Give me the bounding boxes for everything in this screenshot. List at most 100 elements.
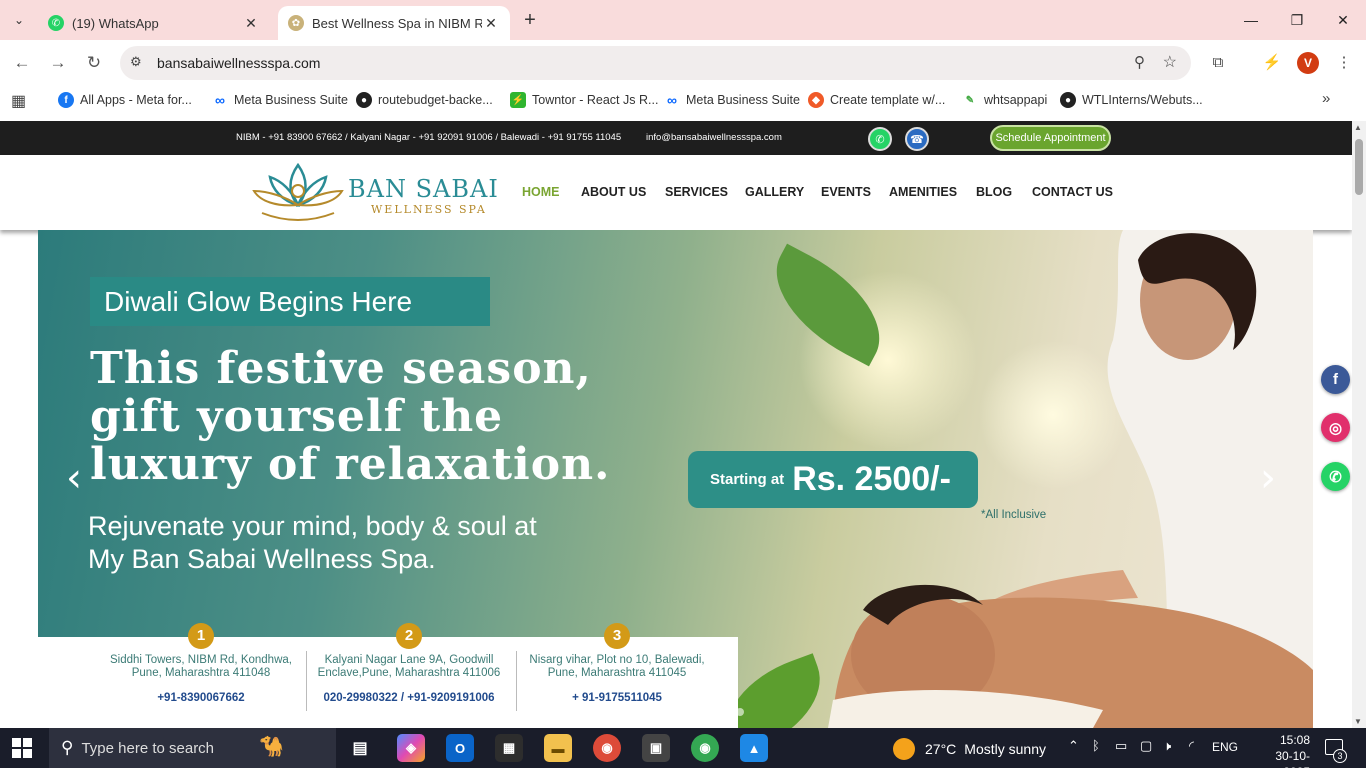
scroll-up-icon[interactable]: ▲ [1354, 123, 1362, 132]
contact-topbar: NIBM - +91 83900 67662 / Kalyani Nagar -… [0, 121, 1352, 155]
bookmark-label: Meta Business Suite [234, 93, 348, 107]
bookmark-item[interactable]: ● WTLInterns/Webuts... [1060, 91, 1203, 109]
bookmark-item[interactable]: ∞ Meta Business Suite [664, 91, 800, 109]
apps-grid-icon[interactable]: ▦ [11, 91, 26, 111]
price-amount: Rs. 2500/- [792, 460, 951, 498]
taskbar-search[interactable]: ⚲ Type here to search 🐪 [49, 728, 336, 768]
reload-icon[interactable]: ↻ [82, 51, 106, 75]
whatsapp-icon[interactable]: ✆ [868, 127, 892, 151]
location-phone[interactable]: 020-29980322 / +91-9209191006 [304, 692, 514, 705]
wifi-icon[interactable]: ◜ [1189, 738, 1194, 754]
scroll-down-icon[interactable]: ▼ [1354, 717, 1362, 726]
site-info-icon[interactable]: ⚙ [130, 54, 142, 70]
location-address: Pune, Maharashtra 411048 [131, 667, 271, 679]
nav-amenities[interactable]: AMENITIES [889, 185, 957, 199]
nav-contact-us[interactable]: CONTACT US [1032, 185, 1113, 199]
github-icon: ● [356, 92, 372, 108]
whatsapp-icon[interactable]: ✆ [1321, 462, 1350, 491]
close-tab-icon[interactable]: ✕ [482, 15, 500, 32]
meet-now-icon[interactable]: ▢ [1140, 738, 1152, 754]
schedule-appointment-button[interactable]: Schedule Appointment [990, 125, 1111, 151]
forward-icon[interactable]: → [46, 51, 70, 75]
phone-icon[interactable]: ☎ [905, 127, 929, 151]
bookmark-label: All Apps - Meta for... [80, 93, 192, 107]
copilot-icon[interactable]: ◈ [397, 734, 425, 762]
app-icon[interactable]: ▣ [642, 734, 670, 762]
nav-about-us[interactable]: ABOUT US [581, 185, 646, 199]
bookmark-item[interactable]: f All Apps - Meta for... [58, 91, 192, 109]
page-scrollbar[interactable]: ▲ ▼ [1352, 121, 1366, 728]
weather-widget[interactable]: 27°C Mostly sunny [893, 738, 1046, 760]
menu-kebab-icon[interactable]: ⋮ [1333, 52, 1355, 74]
chevron-up-icon[interactable]: ⌃ [1068, 738, 1079, 754]
outlook-icon[interactable]: O [446, 734, 474, 762]
volume-muted-icon[interactable]: 🕨 [1163, 738, 1171, 754]
nav-services[interactable]: SERVICES [665, 185, 728, 199]
lotus-logo-icon[interactable] [252, 161, 344, 225]
nav-home[interactable]: HOME [522, 185, 560, 199]
clock-date: 30-10-2025 [1275, 749, 1310, 779]
slider-next-arrow[interactable]: › [1260, 455, 1276, 501]
store-icon[interactable]: ▦ [495, 734, 523, 762]
hero-headline: This festive season, gift yourself the l… [90, 345, 710, 489]
back-icon[interactable]: ← [10, 51, 34, 75]
close-window-icon[interactable]: ✕ [1320, 0, 1366, 40]
bookmark-star-icon[interactable]: ☆ [1163, 52, 1177, 72]
slider-dot[interactable] [736, 708, 744, 716]
location-phone[interactable]: +91-8390067662 [96, 692, 306, 705]
logo-name[interactable]: BAN SABAI [348, 175, 499, 203]
logo-subtitle: WELLNESS SPA [371, 203, 487, 216]
chrome-icon[interactable]: ◉ [593, 734, 621, 762]
bluetooth-icon[interactable]: ᛒ [1092, 738, 1100, 753]
bookmarks-bar: ▦ f All Apps - Meta for... ∞ Meta Business… [0, 86, 1366, 114]
instagram-icon[interactable]: ◎ [1321, 413, 1350, 442]
url-text[interactable]: bansabaiwellnessspa.com [157, 55, 320, 71]
zoom-icon[interactable]: ⚲ [1134, 53, 1145, 71]
performance-icon[interactable]: ⚡ [1261, 52, 1283, 74]
address-bar[interactable]: ⚙ bansabaiwellnessspa.com ⚲ ☆ [120, 46, 1191, 80]
extensions-icon[interactable]: ⧉ [1207, 52, 1229, 74]
weather-sun-icon [893, 738, 915, 760]
location-address: Siddhi Towers, NIBM Rd, Kondhwa, [110, 654, 292, 666]
close-tab-icon[interactable]: ✕ [242, 15, 260, 32]
more-bookmarks-icon[interactable]: » [1322, 90, 1330, 107]
taskbar: ⚲ Type here to search 🐪 ▤ ◈ O ▦ ▬ ◉ ▣ ◉ … [0, 728, 1366, 779]
battery-icon[interactable]: ▭ [1115, 738, 1127, 754]
bookmark-item[interactable]: ⚡ Towntor - React Js R... [510, 91, 658, 109]
location-address: Kalyani Nagar Lane 9A, Goodwill [324, 654, 494, 666]
location-address: Pune, Maharashtra 411045 [547, 667, 687, 679]
tab-search-button[interactable]: ⌄ [6, 8, 32, 32]
slider-prev-arrow[interactable]: ‹ [66, 455, 82, 501]
nav-events[interactable]: EVENTS [821, 185, 871, 199]
bookmark-label: Towntor - React Js R... [532, 93, 659, 107]
slider-dot[interactable] [718, 708, 726, 716]
location-phone[interactable]: + 91-9175511045 [512, 692, 722, 705]
slider-dot[interactable] [700, 708, 708, 716]
location-card: 3 Nisarg vihar, Plot no 10, Balewadi, Pu… [512, 623, 722, 705]
bookmark-item[interactable]: ∞ Meta Business Suite [212, 91, 348, 109]
nav-blog[interactable]: BLOG [976, 185, 1012, 199]
minimize-icon[interactable]: — [1228, 0, 1274, 40]
bookmark-item[interactable]: ● routebudget-backe... [356, 91, 493, 109]
bookmark-label: Meta Business Suite [686, 93, 800, 107]
task-view-icon[interactable]: ▤ [346, 734, 374, 762]
template-icon: ◆ [808, 92, 824, 108]
chrome-profile-icon[interactable]: ◉ [691, 734, 719, 762]
file-explorer-icon[interactable]: ▬ [544, 734, 572, 762]
tab-spa[interactable]: ✿ Best Wellness Spa in NIBM Road ✕ [278, 6, 510, 40]
scrollbar-thumb[interactable] [1355, 139, 1363, 195]
clock[interactable]: 15:08 30-10-2025 [1254, 732, 1310, 780]
language-indicator[interactable]: ENG [1212, 740, 1238, 754]
facebook-icon[interactable]: f [1321, 365, 1350, 394]
tab-whatsapp[interactable]: ✆ (19) WhatsApp ✕ [38, 6, 270, 40]
windows-start-icon[interactable] [12, 738, 32, 758]
nav-gallery[interactable]: GALLERY [745, 185, 804, 199]
new-tab-button[interactable]: + [518, 8, 542, 32]
restore-icon[interactable]: ❐ [1274, 0, 1320, 40]
bookmark-item[interactable]: ✎ whtsappapi [962, 91, 1047, 109]
bookmark-item[interactable]: ◆ Create template w/... [808, 91, 945, 109]
main-navigation: BAN SABAI WELLNESS SPA HOME ABOUT US SER… [0, 155, 1352, 230]
profile-avatar[interactable]: V [1297, 52, 1319, 74]
photos-icon[interactable]: ▲ [740, 734, 768, 762]
email-link[interactable]: info@bansabaiwellnessspa.com [646, 132, 782, 143]
